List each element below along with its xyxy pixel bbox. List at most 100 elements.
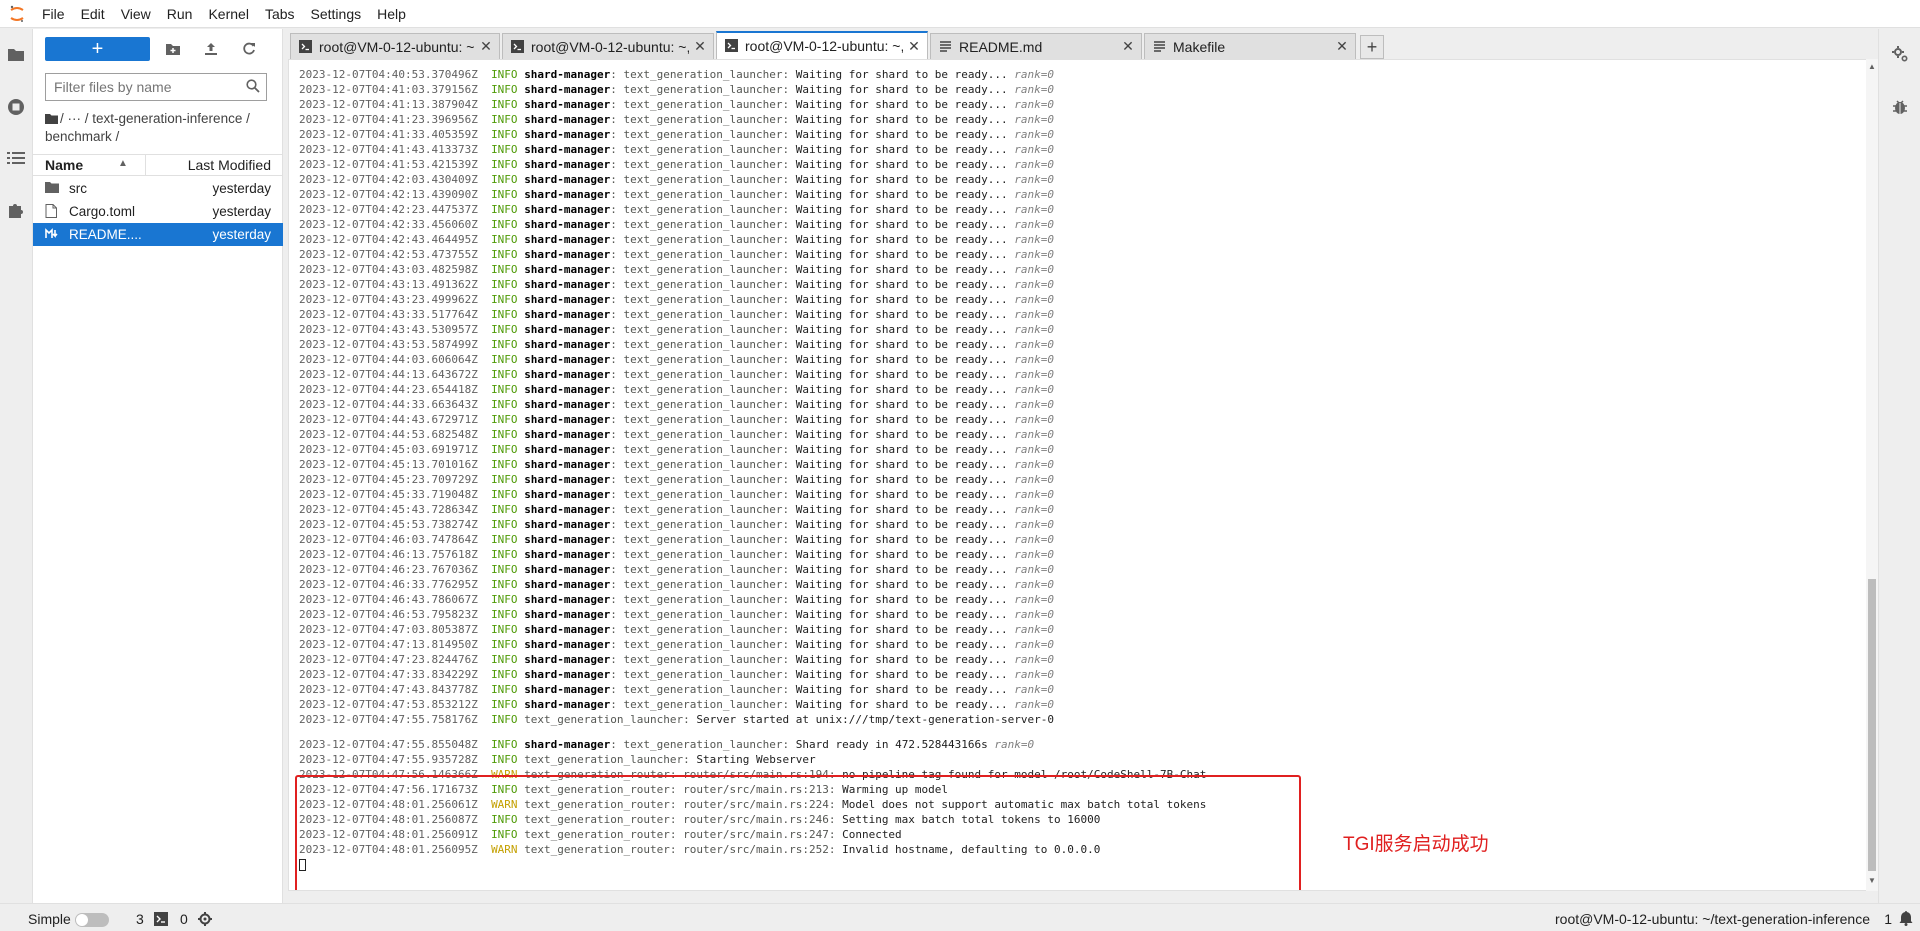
log-message: Waiting for shard to be ready... (795, 428, 1008, 441)
log-date: 2023-12-07T04: (299, 593, 392, 606)
scroll-up-icon[interactable]: ▲ (1868, 62, 1876, 71)
log-span: shard-manager (524, 698, 611, 711)
home-folder-icon[interactable] (45, 113, 58, 124)
table-of-contents-icon[interactable] (5, 147, 27, 169)
jupyter-logo-icon (0, 0, 34, 28)
log-message: Waiting for shard to be ready... (795, 593, 1008, 606)
log-message: Waiting for shard to be ready... (795, 188, 1008, 201)
column-name[interactable]: Name (45, 157, 83, 173)
log-target: text_generation_launcher: (623, 143, 790, 156)
file-item[interactable]: src yesterday (33, 177, 283, 200)
log-span: shard-manager (524, 353, 611, 366)
log-kv: rank=0 (1014, 608, 1055, 621)
close-icon[interactable]: ✕ (1121, 38, 1135, 54)
tab-makefile[interactable]: Makefile ✕ (1144, 33, 1356, 59)
terminal-icon[interactable] (154, 912, 168, 929)
new-folder-icon[interactable] (161, 37, 185, 61)
log-span: shard-manager (524, 398, 611, 411)
log-kv: rank=0 (1014, 473, 1055, 486)
scroll-down-icon[interactable]: ▼ (1868, 876, 1876, 885)
menu-tabs[interactable]: Tabs (257, 0, 303, 28)
log-level: INFO (491, 218, 518, 231)
menu-file[interactable]: File (34, 0, 73, 28)
file-name: Cargo.toml (69, 204, 136, 219)
refresh-icon[interactable] (237, 37, 261, 61)
column-last-modified[interactable]: Last Modified (188, 157, 271, 173)
log-time: 45:13.701016Z (391, 458, 478, 471)
log-line: 2023-12-07T04:42:33.456060Z INFO shard-m… (299, 218, 1055, 231)
log-line: 2023-12-07T04:46:33.776295Z INFO shard-m… (299, 578, 1055, 591)
log-target: text_generation_launcher: (623, 518, 790, 531)
menu-view[interactable]: View (113, 0, 159, 28)
notification-count[interactable]: 1 (1884, 911, 1892, 927)
terminal-output: 2023-12-07T04:40:53.370496Z INFO shard-m… (299, 67, 1206, 872)
file-name: README.... (69, 227, 142, 242)
log-time: 47:43.843778Z (391, 683, 478, 696)
new-launcher-button[interactable]: + (45, 37, 150, 61)
terminal-scrollbar[interactable]: ▲ ▼ (1866, 59, 1878, 891)
terminal-panel[interactable]: 2023-12-07T04:40:53.370496Z INFO shard-m… (288, 59, 1868, 891)
tab-label: root@VM-0-12-ubuntu: ~, (531, 38, 689, 55)
breadcrumb[interactable]: / ··· / text-generation-inference / benc… (45, 110, 275, 146)
kernel-gear-icon[interactable] (198, 912, 212, 929)
folder-icon[interactable] (5, 43, 27, 65)
log-message: Waiting for shard to be ready... (795, 113, 1008, 126)
menu-settings[interactable]: Settings (303, 0, 370, 28)
log-target: text_generation_launcher: (623, 533, 790, 546)
log-date: 2023-12-07T04: (299, 158, 392, 171)
log-level: INFO (491, 293, 518, 306)
log-date: 2023-12-07T04: (299, 203, 392, 216)
log-time: 44:13.643672Z (391, 368, 478, 381)
debugger-icon[interactable] (1889, 96, 1911, 118)
tab-terminal-3[interactable]: root@VM-0-12-ubuntu: ~, ✕ (716, 31, 928, 59)
tab-terminal-2[interactable]: root@VM-0-12-ubuntu: ~, ✕ (502, 33, 714, 59)
log-time: 42:03.430409Z (391, 173, 478, 186)
terminal-icon (725, 39, 739, 53)
close-icon[interactable]: ✕ (1335, 38, 1349, 54)
simple-mode-toggle[interactable] (75, 913, 109, 927)
file-item[interactable]: Cargo.toml yesterday (33, 200, 283, 223)
upload-icon[interactable] (199, 37, 223, 61)
running-sessions-icon[interactable] (5, 96, 27, 118)
toggle-knob (76, 914, 88, 926)
file-item[interactable]: README.... yesterday (33, 223, 283, 246)
log-level: INFO (491, 368, 518, 381)
kernel-count[interactable]: 0 (180, 911, 188, 927)
log-line: 2023-12-07T04:44:13.643672Z INFO shard-m… (299, 368, 1055, 381)
log-line: 2023-12-07T04:46:13.757618Z INFO shard-m… (299, 548, 1055, 561)
add-tab-button[interactable]: + (1360, 35, 1384, 59)
log-kv: rank=0 (1014, 443, 1055, 456)
log-date: 2023-12-07T04: (299, 83, 392, 96)
breadcrumb-path[interactable]: / ··· / text-generation-inference / benc… (45, 111, 250, 144)
menu-edit[interactable]: Edit (73, 0, 113, 28)
log-span: shard-manager (524, 158, 611, 171)
bell-icon[interactable] (1898, 910, 1914, 929)
close-icon[interactable]: ✕ (907, 38, 921, 54)
log-kv: rank=0 (1014, 98, 1055, 111)
menu-help[interactable]: Help (369, 0, 414, 28)
log-line: 2023-12-07T04:41:03.379156Z INFO shard-m… (299, 83, 1055, 96)
log-span: shard-manager (524, 203, 611, 216)
log-target: text_generation_launcher: (623, 473, 790, 486)
property-inspector-icon[interactable] (1889, 43, 1911, 65)
log-date: 2023-12-07T04: (299, 638, 392, 651)
close-icon[interactable]: ✕ (693, 38, 707, 54)
log-time: 43:53.587499Z (391, 338, 478, 351)
file-filter-input[interactable] (54, 74, 234, 100)
log-timestamp: 2023-12-07T04:47:55.935728Z (299, 753, 478, 766)
extension-manager-icon[interactable] (5, 199, 27, 221)
jupyterlab-app: File Edit View Run Kernel Tabs Settings Help + (0, 0, 1920, 931)
scroll-thumb[interactable] (1868, 579, 1876, 871)
log-message: Waiting for shard to be ready... (795, 533, 1008, 546)
log-span: shard-manager (524, 578, 611, 591)
terminal-count[interactable]: 3 (136, 911, 144, 927)
file-modified: yesterday (212, 227, 271, 242)
menu-kernel[interactable]: Kernel (200, 0, 256, 28)
close-icon[interactable]: ✕ (479, 38, 493, 54)
tab-terminal-1[interactable]: root@VM-0-12-ubuntu: ~ ✕ (290, 33, 500, 59)
log-span: shard-manager (524, 458, 611, 471)
menu-run[interactable]: Run (159, 0, 201, 28)
log-date: 2023-12-07T04: (299, 338, 392, 351)
tab-readme-md[interactable]: README.md ✕ (930, 33, 1142, 59)
column-divider[interactable] (145, 155, 146, 175)
